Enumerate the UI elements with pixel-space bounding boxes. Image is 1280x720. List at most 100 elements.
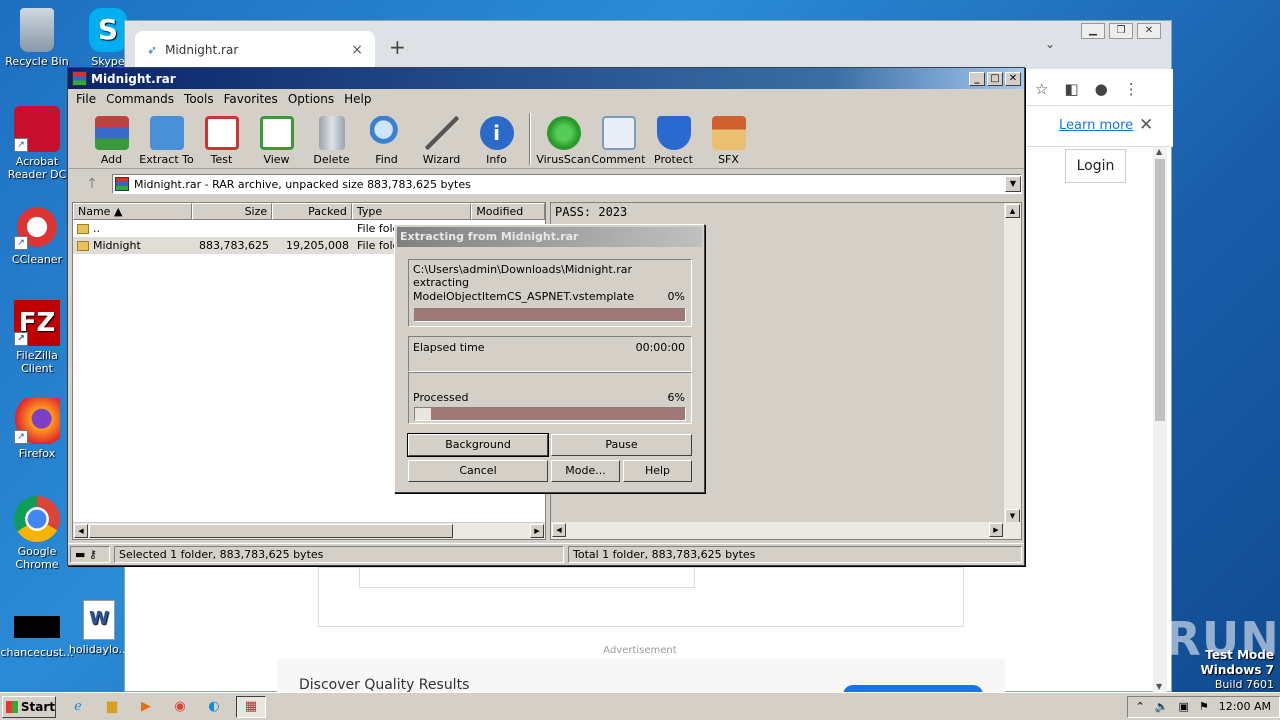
mode-button[interactable]: Mode... [551, 460, 620, 482]
restore-button[interactable]: ❐ [1109, 23, 1133, 39]
learn-more-link[interactable]: Learn more [1059, 118, 1133, 133]
side-panel-icon[interactable]: ◧ [1064, 80, 1078, 98]
total-progress-bar [414, 407, 686, 421]
desktop-icon-chrome[interactable]: Google Chrome [0, 496, 74, 571]
start-button[interactable]: Start [2, 695, 56, 718]
add-button[interactable]: Add [84, 116, 139, 168]
explorer-folder-icon[interactable]: ▆ [100, 696, 124, 718]
column-modified[interactable]: Modified [471, 203, 545, 220]
media-player-icon[interactable]: ▶ [134, 696, 158, 718]
menu-options[interactable]: Options [284, 92, 340, 106]
test-mode-notice: Test Mode Windows 7 Build 7601 [1200, 648, 1274, 691]
maximize-button[interactable]: □ [987, 71, 1003, 86]
menu-tools[interactable]: Tools [180, 92, 220, 106]
wizard-button[interactable]: Wizard [414, 116, 469, 168]
menu-file[interactable]: File [72, 92, 102, 106]
comment-vscrollbar[interactable]: ▲ ▼ [1004, 203, 1021, 524]
ad-banner[interactable]: Discover Quality Results [277, 659, 1005, 695]
scroll-thumb[interactable] [1155, 159, 1165, 421]
scroll-up-arrow[interactable]: ▲ [1156, 147, 1162, 156]
scroll-up-arrow[interactable]: ▲ [1005, 204, 1020, 218]
status-bar: ▬ ⚷ Selected 1 folder, 883,783,625 bytes… [68, 543, 1024, 565]
menu-favorites[interactable]: Favorites [220, 92, 284, 106]
archive-path-field[interactable]: Midnight.rar - RAR archive, unpacked siz… [112, 174, 1022, 194]
address-bar: ↑ Midnight.rar - RAR archive, unpacked s… [72, 173, 1022, 195]
desktop-icon-acrobat[interactable]: ↗ Acrobat Reader DC [0, 106, 74, 181]
rocket-icon: ➶ [147, 43, 158, 57]
desktop-icon-filezilla[interactable]: FZ ↗ FileZilla Client [0, 300, 74, 375]
chevron-down-icon[interactable]: ⌄ [1045, 37, 1055, 51]
desktop-icon-label: Firefox [18, 447, 56, 460]
wand-icon [424, 116, 459, 150]
menu-help[interactable]: Help [340, 92, 377, 106]
column-type[interactable]: Type [351, 203, 472, 220]
comment-button[interactable]: Comment [591, 116, 646, 168]
up-arrow-icon[interactable]: ↑ [72, 176, 112, 192]
winrar-menubar: File Commands Tools Favorites Options He… [68, 89, 1024, 109]
background-button[interactable]: Background [407, 433, 549, 457]
scroll-right-arrow[interactable]: ▶ [530, 524, 544, 538]
close-button[interactable]: ✕ [1005, 71, 1021, 86]
minimize-button[interactable]: ▁ [1081, 23, 1105, 39]
status-total: Total 1 folder, 883,783,625 bytes [568, 546, 1022, 563]
desktop-icon-ccleaner[interactable]: ↗ CCleaner [0, 204, 74, 266]
edge-icon[interactable]: ◐ [202, 696, 226, 718]
clock[interactable]: 12:00 AM [1219, 700, 1271, 713]
column-size[interactable]: Size [192, 203, 273, 220]
tab-close-button[interactable]: × [351, 42, 363, 58]
drive-key-icons: ▬ ⚷ [70, 546, 110, 563]
desktop-icon-holidaylo[interactable]: W holidaylo... [68, 600, 130, 656]
comment-icon [601, 116, 636, 150]
minimize-button[interactable]: _ [969, 71, 985, 86]
delete-button[interactable]: Delete [304, 116, 359, 168]
winrar-titlebar[interactable]: Midnight.rar _ □ ✕ [68, 68, 1024, 89]
scroll-left-arrow[interactable]: ◀ [74, 524, 88, 538]
column-name[interactable]: Name ▲ [73, 203, 193, 220]
action-center-flag-icon[interactable]: ⚑ [1199, 700, 1209, 713]
find-button[interactable]: Find [359, 116, 414, 168]
winrar-taskbar-icon[interactable]: ▦ [236, 695, 266, 718]
desktop-icon-recycle-bin[interactable]: Recycle Bin [0, 8, 74, 68]
ie-icon[interactable]: ℯ [66, 696, 90, 718]
network-icon[interactable]: ▣ [1179, 700, 1189, 713]
menu-commands[interactable]: Commands [102, 92, 180, 106]
archive-path: Midnight.rar - RAR archive, unpacked siz… [134, 177, 471, 191]
test-button[interactable]: Test [194, 116, 249, 168]
protect-button[interactable]: Protect [646, 116, 701, 168]
virusscan-button[interactable]: VirusScan [536, 116, 591, 168]
scroll-down-arrow[interactable]: ▼ [1156, 682, 1162, 691]
chrome-tab[interactable]: ➶ Midnight.rar × [135, 31, 375, 69]
tray-expand-icon[interactable]: ⌃ [1136, 700, 1145, 713]
sfx-button[interactable]: SFX [701, 116, 756, 168]
extract-to-button[interactable]: Extract To [139, 116, 194, 168]
chrome-taskbar-icon[interactable]: ◉ [168, 696, 192, 718]
progress-fill [415, 408, 432, 420]
login-button[interactable]: Login [1065, 149, 1126, 183]
scroll-left-arrow[interactable]: ◀ [552, 523, 566, 537]
info-bar-close-button[interactable]: ✕ [1139, 115, 1153, 135]
chevron-down-icon[interactable]: ▼ [1005, 176, 1021, 192]
comment-hscrollbar[interactable]: ◀ ▶ [551, 522, 1021, 539]
volume-icon[interactable]: 🔈 [1155, 700, 1169, 713]
file-list-hscrollbar[interactable]: ◀ ▶ [73, 522, 545, 539]
menu-kebab-icon[interactable]: ⋮ [1124, 80, 1139, 98]
scroll-right-arrow[interactable]: ▶ [989, 523, 1003, 537]
scroll-thumb[interactable] [89, 524, 453, 538]
column-packed[interactable]: Packed [272, 203, 352, 220]
taskbar: Start ℯ ▆ ▶ ◉ ◐ ▦ ⌃ 🔈 ▣ ⚑ 12:00 AM [0, 692, 1280, 720]
dialog-title[interactable]: Extracting from Midnight.rar [397, 227, 702, 247]
shield-icon [656, 116, 691, 150]
cancel-button[interactable]: Cancel [408, 460, 548, 482]
info-button[interactable]: i Info [469, 116, 524, 168]
profile-icon[interactable]: ● [1095, 80, 1108, 98]
close-button[interactable]: ✕ [1137, 23, 1161, 39]
view-button[interactable]: View [249, 116, 304, 168]
help-button[interactable]: Help [623, 460, 692, 482]
bookmark-star-icon[interactable]: ☆ [1035, 80, 1048, 98]
scroll-down-arrow[interactable]: ▼ [1005, 509, 1020, 523]
new-tab-button[interactable]: + [389, 35, 406, 59]
desktop-icon-firefox[interactable]: ↗ Firefox [0, 398, 74, 460]
desktop-icon-chancecust[interactable]: chancecust... [0, 616, 74, 659]
pause-button[interactable]: Pause [551, 434, 692, 456]
extract-folder-icon [149, 116, 184, 150]
